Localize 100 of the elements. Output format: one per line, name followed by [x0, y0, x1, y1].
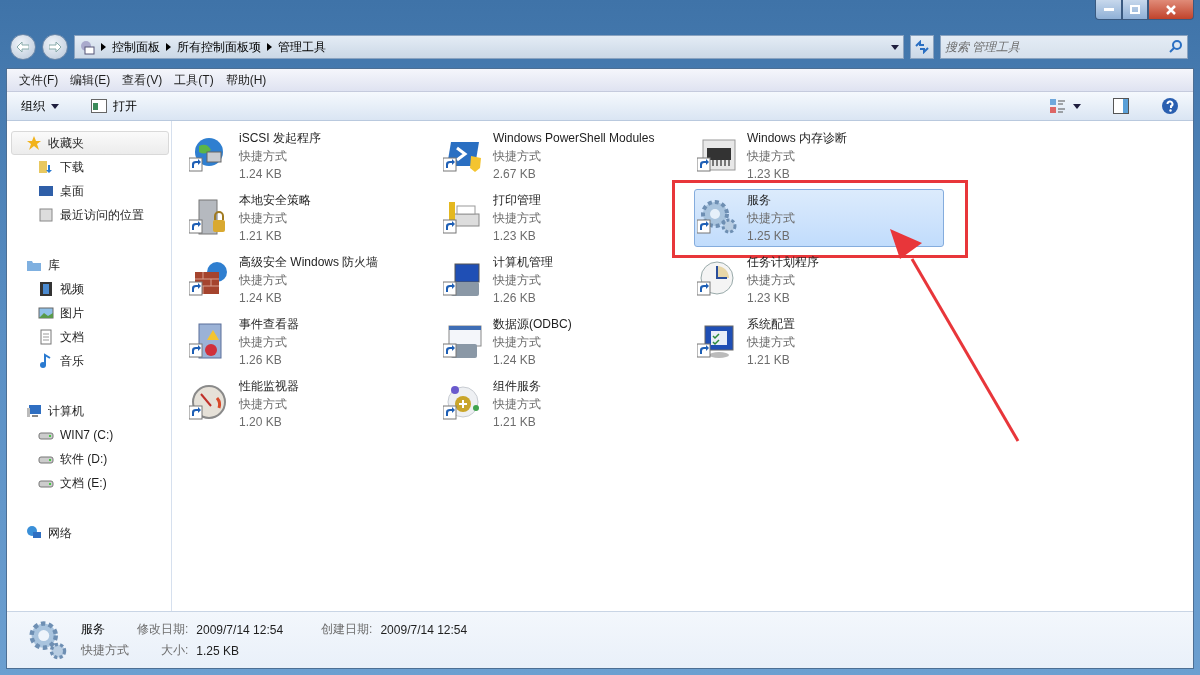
file-type: 快捷方式 [239, 210, 288, 226]
file-item[interactable]: 事件查看器 快捷方式 1.26 KB [186, 313, 436, 371]
file-size: 1.23 KB [747, 290, 791, 306]
breadcrumb-item[interactable]: 所有控制面板项 [177, 38, 261, 56]
search-field[interactable]: 搜索 管理工具 [940, 35, 1188, 59]
file-name: 事件查看器 [239, 316, 299, 332]
search-icon [1169, 40, 1182, 53]
file-type: 快捷方式 [493, 396, 541, 412]
minimize-icon [1103, 7, 1114, 12]
computer-icon [26, 403, 42, 419]
view-icon [1049, 98, 1067, 114]
close-icon [1166, 4, 1176, 15]
file-type: 快捷方式 [239, 272, 288, 288]
sidebar-item[interactable]: 收藏夹 [11, 131, 169, 155]
menu-item[interactable]: 帮助(H) [219, 71, 273, 89]
file-type: 快捷方式 [239, 334, 288, 350]
sidebar-item[interactable]: 下载 [11, 155, 169, 179]
sidebar-item[interactable]: 计算机 [11, 399, 169, 423]
details-value: 2009/7/14 12:54 [380, 622, 468, 637]
file-type: 快捷方式 [747, 334, 795, 350]
file-item[interactable]: iSCSI 发起程序 快捷方式 1.24 KB [186, 127, 436, 185]
document-icon [38, 329, 54, 345]
file-size: 2.67 KB [493, 166, 537, 182]
sidebar-item[interactable]: 文档 [11, 325, 169, 349]
file-item[interactable]: 本地安全策略 快捷方式 1.21 KB [186, 189, 436, 247]
sidebar-item[interactable]: 桌面 [11, 179, 169, 203]
address-bar[interactable]: 控制面板 所有控制面板项 管理工具 [74, 35, 904, 59]
file-name: 性能监视器 [239, 378, 299, 394]
file-size: 1.21 KB [239, 228, 283, 244]
minimize-button[interactable] [1095, 0, 1122, 20]
sidebar-item[interactable]: 最近访问的位置 [11, 203, 169, 227]
file-name: 组件服务 [493, 378, 541, 394]
chevron-icon [166, 43, 171, 51]
file-item[interactable]: 性能监视器 快捷方式 1.20 KB [186, 375, 436, 433]
caret-icon [1073, 103, 1081, 109]
sidebar-item[interactable]: 文档 (E:) [11, 471, 169, 495]
details-type: 快捷方式 [81, 642, 129, 659]
refresh-button[interactable] [910, 35, 934, 59]
menu-item[interactable]: 查看(V) [116, 71, 169, 89]
menu-item[interactable]: 编辑(E) [64, 71, 117, 89]
file-item[interactable]: 组件服务 快捷方式 1.21 KB [440, 375, 690, 433]
sidebar-item[interactable]: 音乐 [11, 349, 169, 373]
file-size: 1.23 KB [747, 166, 791, 182]
file-item[interactable]: 计算机管理 快捷方式 1.26 KB [440, 251, 690, 309]
menu-item[interactable]: 文件(F) [13, 71, 65, 89]
file-name: 计算机管理 [493, 254, 553, 270]
file-name: 任务计划程序 [747, 254, 819, 270]
sidebar-item[interactable]: 软件 (D:) [11, 447, 169, 471]
caret-icon [891, 44, 899, 50]
file-name: iSCSI 发起程序 [239, 130, 321, 146]
file-type: 快捷方式 [747, 210, 795, 226]
close-button[interactable] [1148, 0, 1194, 20]
file-type: 快捷方式 [493, 334, 542, 350]
back-arrow-icon [17, 42, 29, 52]
details-label: 大小: [160, 642, 189, 659]
breadcrumb-item[interactable]: 控制面板 [112, 38, 160, 56]
file-type: 快捷方式 [493, 148, 542, 164]
caret-icon [51, 103, 59, 109]
file-size: 1.26 KB [493, 290, 537, 306]
sidebar-item[interactable]: 图片 [11, 301, 169, 325]
file-item[interactable]: 任务计划程序 快捷方式 1.23 KB [694, 251, 944, 309]
file-size: 1.23 KB [493, 228, 537, 244]
sidebar-item[interactable]: WIN7 (C:) [11, 423, 169, 447]
breadcrumb-item[interactable]: 管理工具 [278, 38, 326, 56]
back-button[interactable] [10, 34, 36, 60]
file-item[interactable]: 系统配置 快捷方式 1.21 KB [694, 313, 944, 371]
maximize-button[interactable] [1122, 0, 1148, 20]
file-type: 快捷方式 [239, 396, 288, 412]
file-item[interactable]: Windows PowerShell Modules 快捷方式 2.67 KB [440, 127, 690, 185]
organize-button[interactable]: 组织 [17, 95, 63, 117]
image-icon [38, 305, 54, 321]
file-item[interactable]: 服务 快捷方式 1.25 KB [694, 189, 944, 247]
chevron-icon [267, 43, 272, 51]
file-item[interactable]: 高级安全 Windows 防火墙 快捷方式 1.24 KB [186, 251, 436, 309]
file-item[interactable]: 数据源(ODBC) 快捷方式 1.24 KB [440, 313, 690, 371]
file-size: 1.24 KB [239, 290, 283, 306]
desktop-icon [38, 183, 54, 199]
forward-button[interactable] [42, 34, 68, 60]
menu-item[interactable]: 工具(T) [168, 71, 220, 89]
file-size: 1.21 KB [493, 414, 537, 430]
file-item[interactable]: Windows 内存诊断 快捷方式 1.23 KB [694, 127, 944, 185]
sidebar-item[interactable]: 网络 [11, 521, 169, 545]
film-icon [38, 281, 54, 297]
file-name: 数据源(ODBC) [493, 316, 572, 332]
maximize-icon [1130, 5, 1140, 14]
folder-icon [38, 159, 54, 175]
sidebar-item[interactable]: 库 [11, 253, 169, 277]
file-name: Windows 内存诊断 [747, 130, 847, 146]
help-icon [1161, 97, 1179, 115]
file-name: 本地安全策略 [239, 192, 311, 208]
file-type: 快捷方式 [239, 148, 288, 164]
open-button[interactable]: 打开 [87, 95, 141, 117]
file-item[interactable]: 打印管理 快捷方式 1.23 KB [440, 189, 690, 247]
file-size: 1.21 KB [747, 352, 791, 368]
file-type: 快捷方式 [493, 272, 542, 288]
details-value: 2009/7/14 12:54 [196, 622, 284, 637]
file-size: 1.24 KB [239, 166, 283, 182]
sidebar-item[interactable]: 视频 [11, 277, 169, 301]
file-name: 服务 [747, 192, 772, 208]
file-size: 1.20 KB [239, 414, 283, 430]
